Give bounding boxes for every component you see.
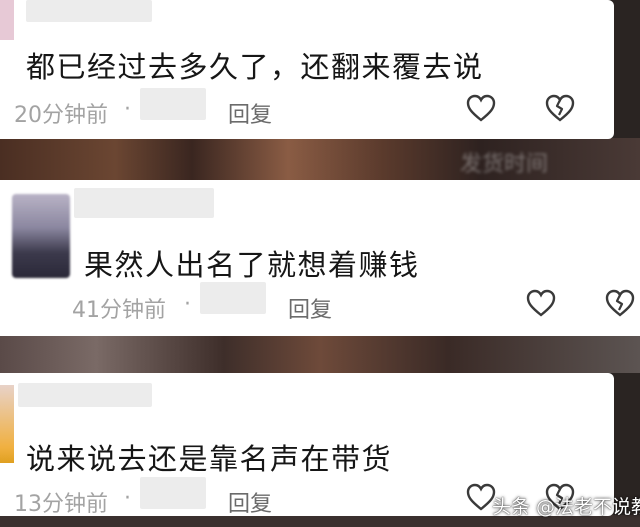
username-censored <box>26 0 152 22</box>
comment-card: 果然人出名了就想着赚钱 41分钟前 · 回复 <box>0 180 640 336</box>
background-video-strip <box>0 335 640 373</box>
avatar <box>12 194 70 278</box>
reply-button[interactable]: 回复 <box>288 292 332 324</box>
broken-heart-icon[interactable] <box>604 288 636 318</box>
username-censored <box>140 88 206 120</box>
username-censored <box>200 282 266 314</box>
avatar <box>0 0 14 40</box>
heart-icon[interactable] <box>465 93 497 123</box>
separator: · <box>124 97 131 122</box>
comment-time: 41分钟前 <box>72 298 166 323</box>
comment-text: 说来说去还是靠名声在带货 <box>26 442 393 476</box>
watermark: 头条 @法老不说教 <box>492 496 640 518</box>
username-censored <box>140 477 206 509</box>
separator: · <box>184 292 191 317</box>
comment-text: 果然人出名了就想着赚钱 <box>84 248 420 282</box>
comment-time: 20分钟前 <box>14 103 108 128</box>
avatar <box>0 385 14 463</box>
broken-heart-icon[interactable] <box>544 93 576 123</box>
reply-button[interactable]: 回复 <box>228 486 272 518</box>
background-video-strip: 发货时间 <box>0 138 640 180</box>
comment-card: 都已经过去多久了，还翻来覆去说 20分钟前 · 回复 <box>0 0 614 139</box>
heart-icon[interactable] <box>525 288 557 318</box>
separator: · <box>124 486 131 511</box>
comment-text: 都已经过去多久了，还翻来覆去说 <box>26 50 484 84</box>
username-censored <box>74 188 214 218</box>
username-censored <box>18 383 152 407</box>
reply-button[interactable]: 回复 <box>228 97 272 129</box>
comment-time: 13分钟前 <box>14 492 108 517</box>
